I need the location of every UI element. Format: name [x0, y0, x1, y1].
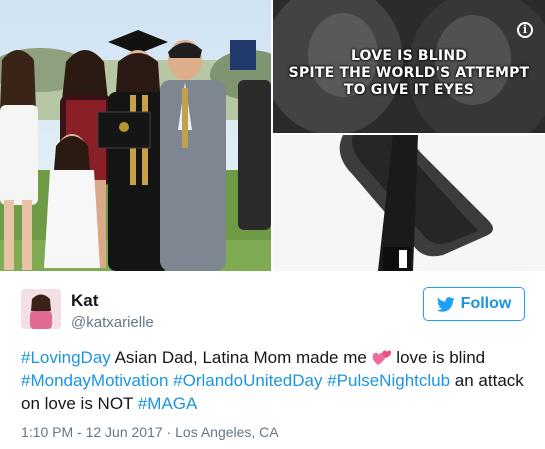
- tweet-metadata: 1:10 PM - 12 Jun 2017 · Los Angeles, CA: [21, 424, 279, 440]
- display-name[interactable]: Kat: [71, 291, 98, 311]
- tweet-date[interactable]: 12 Jun 2017: [86, 424, 163, 440]
- meme-caption-line-2: SPITE THE WORLD'S ATTEMPT: [288, 65, 530, 81]
- love-is-blind-meme-image[interactable]: LOVE IS BLIND SPITE THE WORLD'S ATTEMPT …: [273, 0, 545, 133]
- black-ribbon-image[interactable]: [273, 135, 545, 271]
- meta-separator: ·: [162, 424, 176, 440]
- tweet-text-segment-1: Asian Dad, Latina Mom made me: [110, 348, 372, 367]
- meme-caption: LOVE IS BLIND SPITE THE WORLD'S ATTEMPT …: [273, 48, 545, 99]
- tweet-time[interactable]: 1:10 PM: [21, 424, 73, 440]
- follow-button[interactable]: Follow: [423, 287, 525, 321]
- follow-button-label: Follow: [460, 295, 512, 312]
- hashtag-pulsenightclub[interactable]: #PulseNightclub: [327, 371, 450, 390]
- tweet-text-segment-2: love is blind: [391, 348, 486, 367]
- tweet-text: #LovingDay Asian Dad, Latina Mom made me…: [21, 346, 531, 415]
- two-hearts-emoji-icon: [372, 350, 391, 365]
- avatar[interactable]: [21, 289, 61, 329]
- user-handle[interactable]: @katxarielle: [71, 314, 154, 331]
- tweet-author-header: Kat @katxarielle Follow: [21, 287, 525, 331]
- tweet-media-grid[interactable]: LOVE IS BLIND SPITE THE WORLD'S ATTEMPT …: [0, 0, 545, 271]
- twitter-bird-icon: [436, 296, 455, 312]
- hashtag-orlandounitedday[interactable]: #OrlandoUnitedDay: [173, 371, 322, 390]
- meta-separator: -: [73, 424, 86, 440]
- hashtag-maga[interactable]: #MAGA: [138, 394, 198, 413]
- hashtag-mondaymotivation[interactable]: #MondayMotivation: [21, 371, 168, 390]
- info-icon[interactable]: i: [517, 22, 533, 38]
- meme-caption-line-3: TO GIVE IT EYES: [343, 82, 475, 98]
- hashtag-lovingday[interactable]: #LovingDay: [21, 348, 111, 367]
- graduation-family-photo[interactable]: [0, 0, 271, 271]
- meme-caption-line-1: LOVE IS BLIND: [350, 48, 468, 64]
- tweet-location[interactable]: Los Angeles, CA: [175, 424, 279, 440]
